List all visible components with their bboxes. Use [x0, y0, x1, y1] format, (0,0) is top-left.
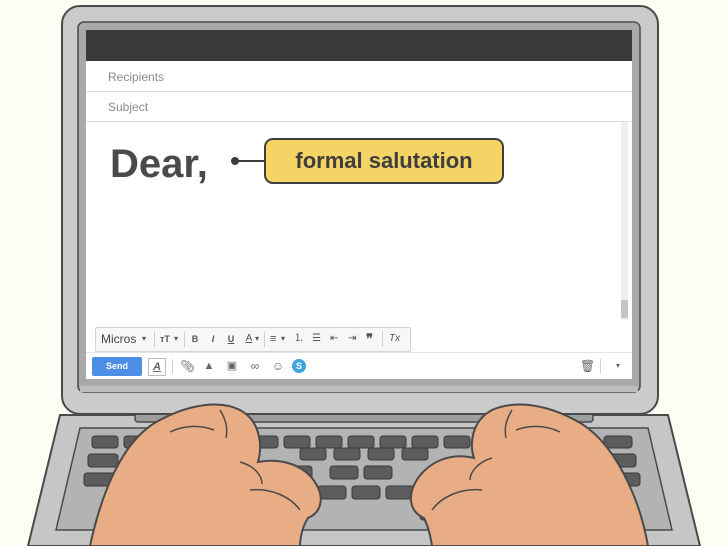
emoji-icon[interactable]: ☺ [271, 358, 285, 374]
insert-photo-icon[interactable]: ▣ [225, 358, 239, 374]
align-icon[interactable]: ≡ [270, 331, 276, 347]
scrollbar-thumb[interactable] [621, 300, 628, 318]
align-dropdown-icon[interactable]: ▾ [281, 331, 285, 347]
discard-trash-icon[interactable]: 🗑︎ [580, 358, 595, 374]
font-select[interactable]: Micros [101, 331, 136, 347]
text-size-dropdown-icon[interactable]: ▾ [174, 331, 178, 347]
recipients-placeholder: Recipients [108, 70, 165, 84]
indent-less-icon[interactable]: ⇤ [330, 331, 338, 347]
remove-formatting-button[interactable]: Tx [389, 331, 400, 347]
toolbar-divider [154, 331, 155, 347]
bulleted-list-icon[interactable]: ☰ [312, 331, 321, 347]
toolbar-divider [382, 331, 383, 347]
more-options-dropdown-icon[interactable]: ▾ [612, 358, 624, 374]
drive-icon[interactable]: ▲ [202, 358, 216, 374]
illustration-scene: Recipients Subject Dear, Micros ▾ тT ▾ B… [0, 0, 728, 546]
compose-bottom-toolbar: Send A 📎︎ ▲ ▣ ∞ ☺ S 🗑︎ ▾ [86, 352, 632, 379]
callout-label-text: formal salutation [295, 148, 473, 173]
toolbar-divider [184, 331, 185, 347]
salutation-text: Dear, [110, 142, 208, 186]
recipients-field[interactable]: Recipients [86, 62, 632, 92]
insert-link-icon[interactable]: ∞ [246, 358, 264, 374]
subject-placeholder: Subject [108, 100, 149, 114]
formatting-options-button[interactable]: A [148, 358, 166, 376]
text-color-button[interactable]: A [244, 331, 254, 347]
callout-pointer-line [234, 160, 266, 162]
bold-button[interactable]: B [190, 331, 200, 347]
subject-field[interactable]: Subject [86, 92, 632, 122]
text-color-dropdown-icon[interactable]: ▾ [255, 331, 259, 347]
text-size-icon[interactable]: тT [160, 331, 170, 347]
indent-more-icon[interactable]: ⇥ [348, 331, 356, 347]
email-compose-window: Recipients Subject Dear, Micros ▾ тT ▾ B… [86, 30, 632, 379]
body-scrollbar[interactable] [621, 122, 628, 320]
compose-header-bar [86, 30, 632, 61]
quote-icon[interactable]: ❞ [366, 331, 373, 347]
italic-button[interactable]: I [208, 331, 218, 347]
callout-label-box: formal salutation [264, 138, 504, 184]
font-select-dropdown-icon[interactable]: ▾ [142, 331, 146, 347]
skype-icon[interactable]: S [292, 359, 306, 373]
numbered-list-icon[interactable]: ⒈ [294, 331, 304, 347]
send-button[interactable]: Send [92, 357, 142, 376]
attach-file-icon[interactable]: 📎︎ [180, 358, 195, 374]
toolbar-divider [264, 331, 265, 347]
underline-button[interactable]: U [226, 331, 236, 347]
toolbar-divider [600, 359, 601, 374]
formatting-toolbar: Micros ▾ тT ▾ B I U A ▾ ≡ ▾ ⒈ ☰ ⇤ ⇥ ❞ Tx [95, 327, 411, 352]
toolbar-divider [172, 359, 173, 374]
